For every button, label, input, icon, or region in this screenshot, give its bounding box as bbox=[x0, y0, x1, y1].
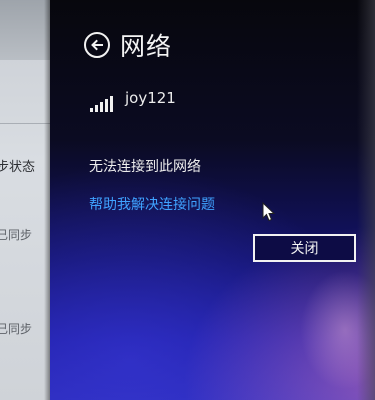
background-divider bbox=[0, 123, 50, 124]
page-title: 网络 bbox=[120, 32, 173, 61]
panel-header: 网络 bbox=[84, 30, 173, 61]
back-button[interactable] bbox=[84, 32, 110, 58]
sync-status-value: 已同步 bbox=[0, 322, 33, 336]
close-button[interactable]: 关闭 bbox=[253, 234, 356, 262]
background-window-header bbox=[0, 0, 50, 60]
connection-error-message: 无法连接到此网络 bbox=[89, 159, 201, 175]
network-charm-panel: 网络 joy121 无法连接到此网络 帮助我解决连接问题 关闭 bbox=[50, 0, 375, 400]
network-name: joy121 bbox=[125, 89, 176, 107]
sync-status-value: 已同步 bbox=[0, 228, 33, 242]
network-item[interactable]: joy121 bbox=[90, 88, 176, 112]
troubleshoot-link[interactable]: 帮助我解决连接问题 bbox=[89, 194, 215, 214]
signal-bar bbox=[110, 96, 113, 112]
screen: 步状态 已同步 已同步 网络 joy121 无法连接到此网络 帮助我解决连接问题… bbox=[0, 0, 375, 400]
wifi-signal-icon bbox=[90, 92, 113, 112]
panel-bezel-edge bbox=[357, 0, 375, 400]
signal-bar bbox=[90, 108, 93, 112]
back-arrow-icon bbox=[91, 39, 103, 51]
mouse-cursor-icon bbox=[262, 202, 276, 222]
sync-status-label: 步状态 bbox=[0, 160, 36, 175]
background-window: 步状态 已同步 已同步 bbox=[0, 0, 50, 400]
signal-bar bbox=[105, 99, 108, 112]
signal-bar bbox=[100, 102, 103, 112]
signal-bar bbox=[95, 105, 98, 112]
